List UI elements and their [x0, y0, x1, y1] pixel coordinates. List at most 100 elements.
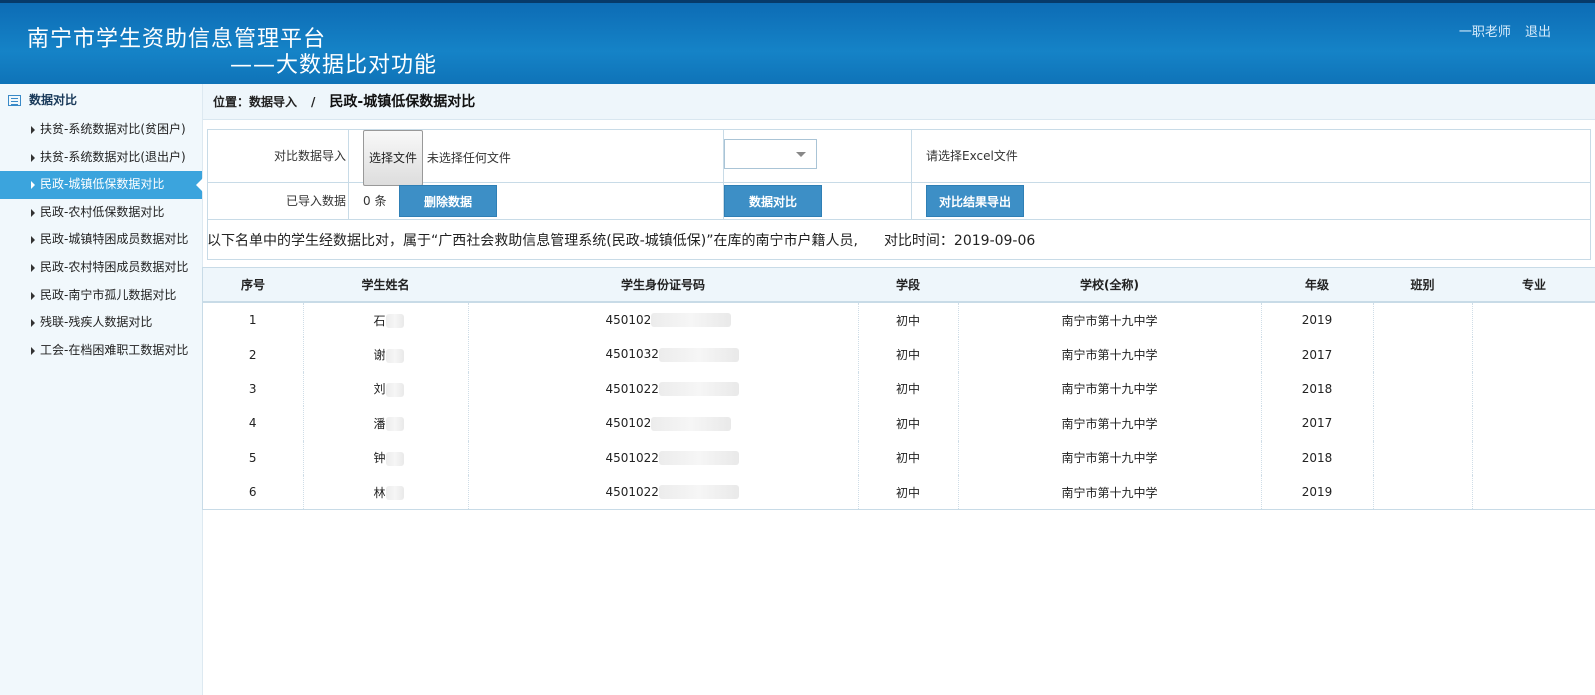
logout-link[interactable]: 退出	[1525, 25, 1551, 40]
col-header-major: 专业	[1472, 267, 1595, 303]
cell-name-text: 钟	[373, 451, 386, 466]
cell-stage: 初中	[858, 337, 959, 372]
choose-file-button[interactable]: 选择文件	[363, 130, 424, 186]
chevron-down-icon	[796, 152, 806, 157]
cell-school: 南宁市第十九中学	[958, 337, 1262, 372]
redacted-mask	[385, 348, 404, 363]
caret-right-icon	[31, 263, 35, 272]
breadcrumb: 位置：数据导入 / 民政-城镇低保数据对比	[203, 84, 1595, 120]
cell-class	[1373, 337, 1473, 372]
cell-id-text: 4501022	[605, 484, 659, 499]
no-file-text: 未选择任何文件	[426, 151, 511, 165]
cell-stage: 初中	[858, 406, 959, 441]
cell-stage: 初中	[858, 371, 959, 407]
col-header-id: 学生身份证号码	[468, 267, 858, 303]
compare-button[interactable]: 数据对比	[724, 185, 822, 217]
sidebar-item-label: 工会-在档困难职工数据对比	[40, 342, 189, 357]
cell-grade: 2017	[1261, 337, 1374, 372]
sidebar-item-poverty-households[interactable]: 扶贫-系统数据对比(贫困户)	[0, 116, 202, 144]
sidebar: 数据对比 扶贫-系统数据对比(贫困户) 扶贫-系统数据对比(退出户) 民政-城镇…	[0, 84, 203, 695]
table-row: 3 刘 4501022 初中 南宁市第十九中学 2018	[203, 371, 1595, 407]
sidebar-item-label: 民政-农村特困成员数据对比	[40, 259, 189, 274]
cell-name-text: 刘	[373, 382, 386, 397]
data-type-select[interactable]	[724, 139, 817, 169]
redacted-mask	[385, 486, 404, 501]
redacted-mask	[658, 451, 739, 465]
notice-description: 以下名单中的学生经数据比对，属于“广西社会救助信息管理系统(民政-城镇低保)”在…	[207, 233, 858, 249]
cell-name-text: 林	[373, 485, 386, 500]
sidebar-item-exited-households[interactable]: 扶贫-系统数据对比(退出户)	[0, 144, 202, 172]
cell-name: 钟	[303, 440, 469, 475]
breadcrumb-location: 位置：数据导入	[213, 95, 298, 109]
redacted-mask	[658, 347, 739, 362]
sidebar-item-orphans[interactable]: 民政-南宁市孤儿数据对比	[0, 282, 202, 310]
sidebar-item-workers[interactable]: 工会-在档困难职工数据对比	[0, 337, 202, 365]
sidebar-item-rural-subsistence[interactable]: 民政-农村低保数据对比	[0, 199, 202, 227]
delete-data-button[interactable]: 删除数据	[399, 185, 497, 217]
cell-id: 4501022	[468, 440, 859, 475]
sidebar-heading[interactable]: 数据对比	[0, 84, 202, 116]
col-header-school: 学校(全称)	[958, 267, 1261, 303]
caret-right-icon	[31, 153, 35, 162]
cell-name-text: 石	[373, 313, 386, 328]
cell-name: 潘	[303, 406, 469, 441]
cell-class	[1373, 302, 1473, 338]
caret-right-icon	[31, 126, 35, 134]
table-row: 5 钟 4501022 初中 南宁市第十九中学 2018	[203, 440, 1595, 475]
cell-class	[1373, 440, 1473, 475]
cell-class	[1373, 474, 1473, 511]
cell-id: 450102	[468, 406, 859, 441]
table-row: 1 石 450102 初中 南宁市第十九中学 2019	[203, 302, 1595, 338]
caret-right-icon	[31, 291, 35, 300]
cell-grade: 2018	[1261, 371, 1374, 407]
sidebar-item-rural-destitute[interactable]: 民政-农村特困成员数据对比	[0, 254, 202, 282]
import-row: 对比数据导入 选择文件 未选择任何文件 请选择Excel文件	[207, 129, 1591, 186]
cell-school: 南宁市第十九中学	[958, 474, 1262, 511]
cell-id-text: 450102	[605, 312, 652, 327]
export-cell: 对比结果导出	[912, 183, 1590, 219]
col-header-class: 班别	[1373, 267, 1472, 303]
sidebar-item-label: 扶贫-系统数据对比(退出户)	[40, 149, 186, 164]
cell-class	[1373, 371, 1473, 407]
export-results-button[interactable]: 对比结果导出	[926, 185, 1024, 217]
sidebar-item-urban-destitute[interactable]: 民政-城镇特困成员数据对比	[0, 226, 202, 254]
sidebar-item-urban-subsistence[interactable]: 民政-城镇低保数据对比	[0, 171, 203, 199]
cell-id: 4501022	[468, 371, 859, 407]
cell-grade: 2019	[1261, 302, 1374, 338]
cell-school: 南宁市第十九中学	[958, 302, 1262, 338]
cell-name: 林	[303, 474, 469, 511]
caret-right-icon	[31, 208, 35, 217]
sidebar-item-disabled[interactable]: 残联-残疾人数据对比	[0, 309, 202, 337]
col-header-grade: 年级	[1261, 267, 1373, 303]
file-picker: 选择文件 未选择任何文件	[349, 130, 724, 186]
cell-no: 1	[203, 302, 304, 338]
compare-cell: 数据对比	[724, 183, 912, 219]
cell-id: 450102	[468, 302, 859, 338]
cell-id-text: 4501032	[605, 347, 659, 362]
caret-right-icon	[31, 319, 35, 328]
redacted-mask	[651, 313, 732, 328]
redacted-mask	[385, 451, 404, 466]
user-name[interactable]: 一职老师	[1459, 25, 1511, 40]
imported-row: 已导入数据 0 条 删除数据 数据对比 对比结果导出	[207, 183, 1591, 220]
cell-major	[1472, 441, 1595, 475]
cell-major	[1472, 302, 1595, 337]
cell-name-text: 谢	[373, 348, 386, 363]
cell-class	[1373, 406, 1473, 441]
app-subtitle: ——大数据比对功能	[230, 53, 438, 78]
caret-right-icon	[31, 236, 35, 245]
redacted-mask	[385, 382, 404, 397]
cell-name: 谢	[303, 337, 469, 372]
imported-cell: 0 条 删除数据	[349, 183, 724, 219]
cell-stage: 初中	[858, 440, 959, 475]
cell-stage: 初中	[858, 302, 959, 338]
list-icon	[8, 94, 21, 106]
cell-school: 南宁市第十九中学	[958, 371, 1262, 407]
notice-text: 以下名单中的学生经数据比对，属于“广西社会救助信息管理系统(民政-城镇低保)”在…	[207, 230, 1035, 250]
page-title: 民政-城镇低保数据对比	[329, 94, 476, 110]
cell-name: 刘	[303, 371, 469, 407]
cell-grade: 2018	[1261, 440, 1374, 475]
table-row: 6 林 4501022 初中 南宁市第十九中学 2019	[203, 474, 1595, 511]
cell-school: 南宁市第十九中学	[958, 440, 1262, 475]
cell-id-text: 4501022	[605, 450, 659, 465]
